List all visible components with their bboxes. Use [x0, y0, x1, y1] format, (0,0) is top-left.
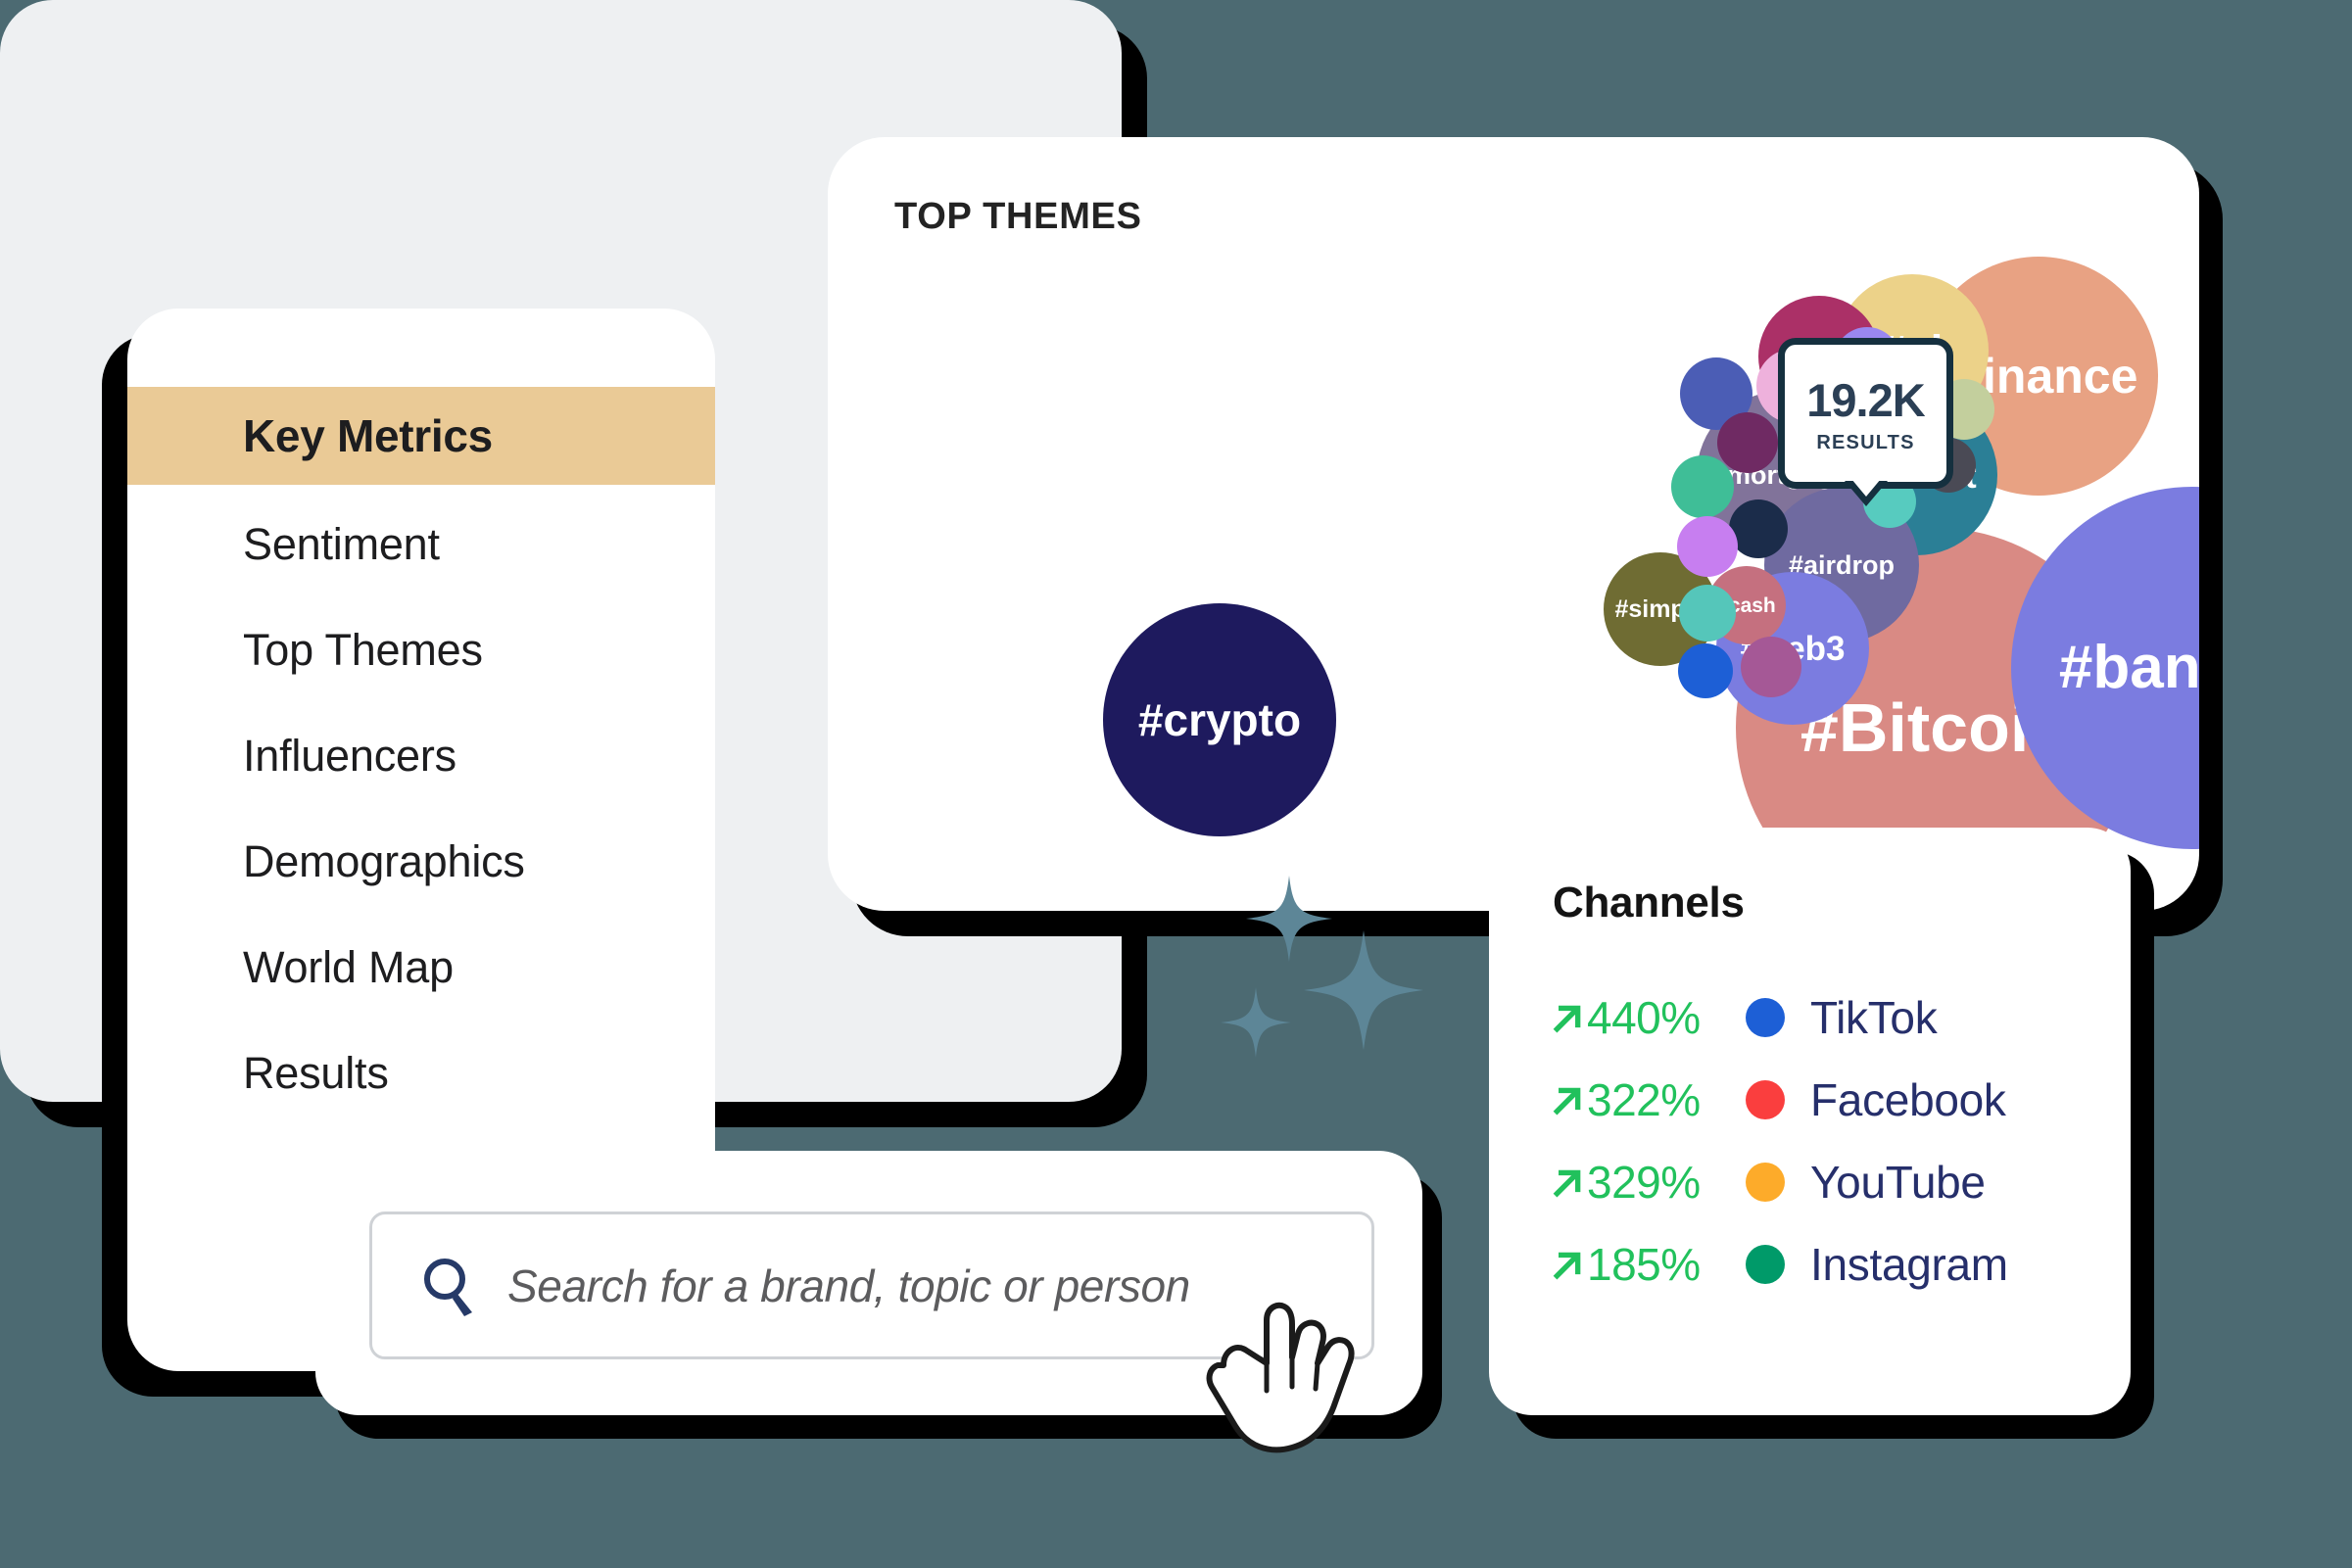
- app-root: Key Metrics Sentiment Top Themes Influen…: [0, 0, 2352, 1568]
- results-badge: 19.2K RESULTS: [1778, 338, 1953, 506]
- results-label: RESULTS: [1816, 431, 1915, 453]
- channel-color-dot: [1746, 1080, 1785, 1119]
- channels-list: 440% TikTok 322% Facebook 329% YouTube 185% Ins…: [1550, 976, 2008, 1306]
- bubble-decor-19[interactable]: [1671, 455, 1734, 518]
- tooltip-pointer: [1844, 479, 1888, 506]
- trend-up-icon: [1553, 1252, 1581, 1280]
- key-metrics-nav: Sentiment Top Themes Influencers Demogra…: [243, 522, 674, 1157]
- bubble-label: #banking: [2058, 634, 2199, 701]
- channels-title: Channels: [1553, 879, 1745, 927]
- key-metrics-title: Key Metrics: [243, 410, 493, 461]
- channel-row[interactable]: 440% TikTok: [1550, 976, 2008, 1059]
- sidebar-item-top-themes[interactable]: Top Themes: [243, 628, 674, 672]
- trend-up-icon: [1553, 1087, 1581, 1116]
- bubble-decor-17[interactable]: [1729, 499, 1788, 558]
- channel-change: 440%: [1587, 992, 1701, 1043]
- bubble-crypto[interactable]: #crypto: [1103, 603, 1336, 836]
- bubble-decor-24[interactable]: [1741, 637, 1801, 697]
- key-metrics-header: Key Metrics: [127, 387, 715, 485]
- channel-color-dot: [1746, 1163, 1785, 1202]
- channel-color-dot: [1746, 998, 1785, 1037]
- search-placeholder: Search for a brand, topic or person: [507, 1259, 1190, 1311]
- sidebar-item-influencers[interactable]: Influencers: [243, 734, 674, 778]
- sparkle-icon: [1221, 876, 1423, 1058]
- channels-card: Channels 440% TikTok 322% Facebook 329% YouTu…: [1489, 828, 2131, 1415]
- channel-change: 185%: [1587, 1239, 1701, 1290]
- channel-name: TikTok: [1810, 992, 1938, 1043]
- channel-color-dot: [1746, 1245, 1785, 1284]
- bubble-decor-22[interactable]: [1679, 585, 1736, 641]
- trend-up-icon: [1553, 1005, 1581, 1033]
- top-themes-card: TOP THEMES #Bitcoin#banking#finance#cryp…: [828, 137, 2199, 911]
- channel-change: 322%: [1587, 1074, 1701, 1125]
- sidebar-item-results[interactable]: Results: [243, 1051, 674, 1095]
- bubble-decor-23[interactable]: [1678, 643, 1733, 698]
- search-icon: [424, 1258, 472, 1316]
- channel-change: 329%: [1587, 1157, 1701, 1208]
- sidebar-item-demographics[interactable]: Demographics: [243, 839, 674, 883]
- sidebar-item-world-map[interactable]: World Map: [243, 945, 674, 989]
- channel-name: Instagram: [1810, 1239, 2008, 1290]
- trend-up-icon: [1553, 1169, 1581, 1198]
- channel-name: YouTube: [1810, 1157, 1986, 1208]
- bubble-chart: #Bitcoin#banking#finance#crypto#credit#a…: [828, 137, 2199, 911]
- bubble-label: #crypto: [1137, 694, 1302, 745]
- channel-row[interactable]: 185% Instagram: [1550, 1223, 2008, 1306]
- hand-cursor-icon: [1206, 1302, 1355, 1453]
- results-count: 19.2K: [1806, 373, 1925, 426]
- channel-name: Facebook: [1810, 1074, 2006, 1125]
- channel-row[interactable]: 329% YouTube: [1550, 1141, 2008, 1223]
- bubble-decor-21[interactable]: [1677, 516, 1738, 577]
- bubble-decor-16[interactable]: [1717, 412, 1778, 473]
- sidebar-item-sentiment[interactable]: Sentiment: [243, 522, 674, 566]
- channel-row[interactable]: 322% Facebook: [1550, 1059, 2008, 1141]
